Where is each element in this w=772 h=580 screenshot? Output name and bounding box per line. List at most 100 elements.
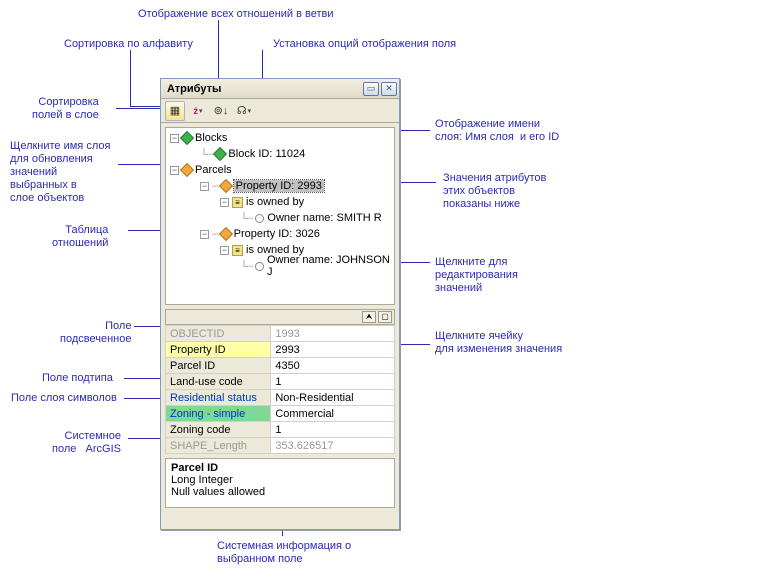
tree-branch-icon: ┄ (212, 180, 218, 193)
table-row[interactable]: Property ID2993 (166, 342, 395, 358)
relations-icon: ⊚↓ (214, 104, 229, 117)
expander[interactable]: − (200, 230, 209, 239)
connector (124, 398, 164, 399)
callout-sys-field: Системное поле ArcGIS (52, 430, 121, 456)
show-relations-button[interactable]: ⊚↓ (211, 101, 231, 121)
callout-sort-alpha: Сортировка по алфавиту (64, 38, 193, 51)
relation-icon: ≡ (232, 197, 243, 208)
node-label: Property ID: 3026 (234, 228, 320, 240)
callout-sys-info: Системная информация о выбранном поле (217, 540, 351, 566)
callout-click-cell: Щелкните ячейку для изменения значения (435, 330, 562, 356)
callout-click-edit: Щелкните для редактирования значений (435, 256, 518, 295)
sort-az-icon: ẑ (193, 106, 198, 116)
tree-leaf-owner[interactable]: └┄ Owner name: SMITH R (170, 210, 390, 226)
field-name-cell[interactable]: Zoning - simple (166, 406, 271, 422)
field-value-cell[interactable]: 2993 (271, 342, 395, 358)
field-name-cell[interactable]: Residential status (166, 390, 271, 406)
feature-icon (219, 227, 233, 241)
callout-layer-name: Щелкните имя слоя для обновления значени… (10, 140, 110, 205)
tree-branch-icon: └┄ (240, 212, 252, 225)
tree-node-property[interactable]: − ┄ Property ID: 3026 (170, 226, 390, 242)
callout-rel-table: Таблица отношений (52, 224, 108, 250)
connector (124, 378, 164, 379)
callout-options: Установка опций отображения поля (273, 38, 456, 51)
field-name-cell[interactable]: OBJECTID (166, 326, 271, 342)
node-label: Blocks (195, 132, 227, 144)
owner-icon (255, 214, 264, 223)
field-value-cell[interactable]: 1 (271, 374, 395, 390)
node-label: is owned by (246, 196, 304, 208)
grid-nav-up[interactable]: ⮝ (362, 311, 376, 323)
feature-icon (219, 179, 233, 193)
node-label: Owner name: SMITH R (267, 212, 381, 224)
tree-leaf-owner[interactable]: └┄ Owner name: JOHNSON J (170, 258, 390, 274)
callout-show-all: Отображение всех отношений в ветви (138, 8, 334, 21)
field-value-cell[interactable]: 4350 (271, 358, 395, 374)
field-value-cell[interactable]: Commercial (271, 406, 395, 422)
tree-node-parcels[interactable]: − Parcels (170, 162, 390, 178)
attribute-tree[interactable]: − Blocks └┄ Block ID: 11024 − Parcels − … (165, 127, 395, 305)
toolbar: ▦ ẑ▾ ⊚↓ ☊▾ (161, 99, 399, 123)
expander[interactable]: − (220, 198, 229, 207)
node-label: Block ID: 11024 (228, 148, 305, 160)
expander[interactable]: − (220, 246, 229, 255)
field-name-cell[interactable]: Parcel ID (166, 358, 271, 374)
callout-disp-name: Отображение имени слоя: Имя слоя и его I… (435, 118, 559, 144)
table-row[interactable]: Land-use code1 (166, 374, 395, 390)
field-info-box: Parcel ID Long Integer Null values allow… (165, 458, 395, 508)
attribute-grid: OBJECTID1993Property ID2993Parcel ID4350… (165, 325, 395, 454)
grid-icon: ▦ (170, 104, 180, 117)
expander[interactable]: − (170, 166, 179, 175)
attributes-panel: Атрибуты ▭ ✕ ▦ ẑ▾ ⊚↓ ☊▾ − Blocks └┄ Bloc… (160, 78, 400, 530)
feature-icon (213, 147, 227, 161)
tree-node-blocks[interactable]: − Blocks (170, 130, 390, 146)
field-name-cell[interactable]: Land-use code (166, 374, 271, 390)
layer-icon (180, 131, 194, 145)
tree-branch-icon: └┄ (240, 260, 252, 273)
table-row[interactable]: Zoning - simpleCommercial (166, 406, 395, 422)
chevron-down-icon: ▾ (248, 107, 252, 115)
field-name-cell[interactable]: Zoning code (166, 422, 271, 438)
relation-icon: ≡ (232, 245, 243, 256)
owner-icon (255, 262, 264, 271)
titlebar-buttons: ▭ ✕ (363, 82, 397, 96)
connector (130, 50, 131, 106)
close-button[interactable]: ✕ (381, 82, 397, 96)
callout-sort-layer: Сортировка полей в слое (32, 96, 99, 122)
expander[interactable]: − (200, 182, 209, 191)
grid-nav-full[interactable]: ▢ (378, 311, 392, 323)
field-name-cell[interactable]: SHAPE_Length (166, 438, 271, 454)
table-row[interactable]: OBJECTID1993 (166, 326, 395, 342)
callout-attr-vals: Значения атрибутов этих объектов показан… (440, 172, 546, 211)
callout-hl-field: Поле подсвеченное (60, 320, 131, 346)
options-icon: ☊ (237, 104, 247, 117)
connector (128, 438, 164, 439)
titlebar: Атрибуты ▭ ✕ (161, 79, 399, 99)
field-info-nulls: Null values allowed (171, 486, 389, 498)
sort-layer-button[interactable]: ▦ (165, 101, 185, 121)
node-label-selected: Property ID: 2993 (234, 180, 324, 192)
pin-button[interactable]: ▭ (363, 82, 379, 96)
sort-alpha-button[interactable]: ẑ▾ (188, 101, 208, 121)
table-row[interactable]: Parcel ID4350 (166, 358, 395, 374)
table-row[interactable]: Residential statusNon-Residential (166, 390, 395, 406)
node-label: Owner name: JOHNSON J (267, 254, 390, 278)
field-value-cell[interactable]: 353.626517 (271, 438, 395, 454)
callout-subtype: Поле подтипа (42, 372, 113, 385)
grid-toolbar: ⮝ ▢ (165, 309, 395, 325)
panel-title: Атрибуты (167, 83, 221, 95)
field-value-cell[interactable]: 1993 (271, 326, 395, 342)
attribute-grid-wrap: ⮝ ▢ OBJECTID1993Property ID2993Parcel ID… (165, 309, 395, 454)
expander[interactable]: − (170, 134, 179, 143)
field-value-cell[interactable]: Non-Residential (271, 390, 395, 406)
table-row[interactable]: SHAPE_Length353.626517 (166, 438, 395, 454)
tree-leaf[interactable]: └┄ Block ID: 11024 (170, 146, 390, 162)
table-row[interactable]: Zoning code1 (166, 422, 395, 438)
field-value-cell[interactable]: 1 (271, 422, 395, 438)
display-options-button[interactable]: ☊▾ (234, 101, 254, 121)
node-label: Parcels (195, 164, 232, 176)
field-info-heading: Parcel ID (171, 462, 389, 474)
tree-node-relation[interactable]: − ≡ is owned by (170, 194, 390, 210)
field-name-cell[interactable]: Property ID (166, 342, 271, 358)
tree-node-property[interactable]: − ┄ Property ID: 2993 (170, 178, 390, 194)
